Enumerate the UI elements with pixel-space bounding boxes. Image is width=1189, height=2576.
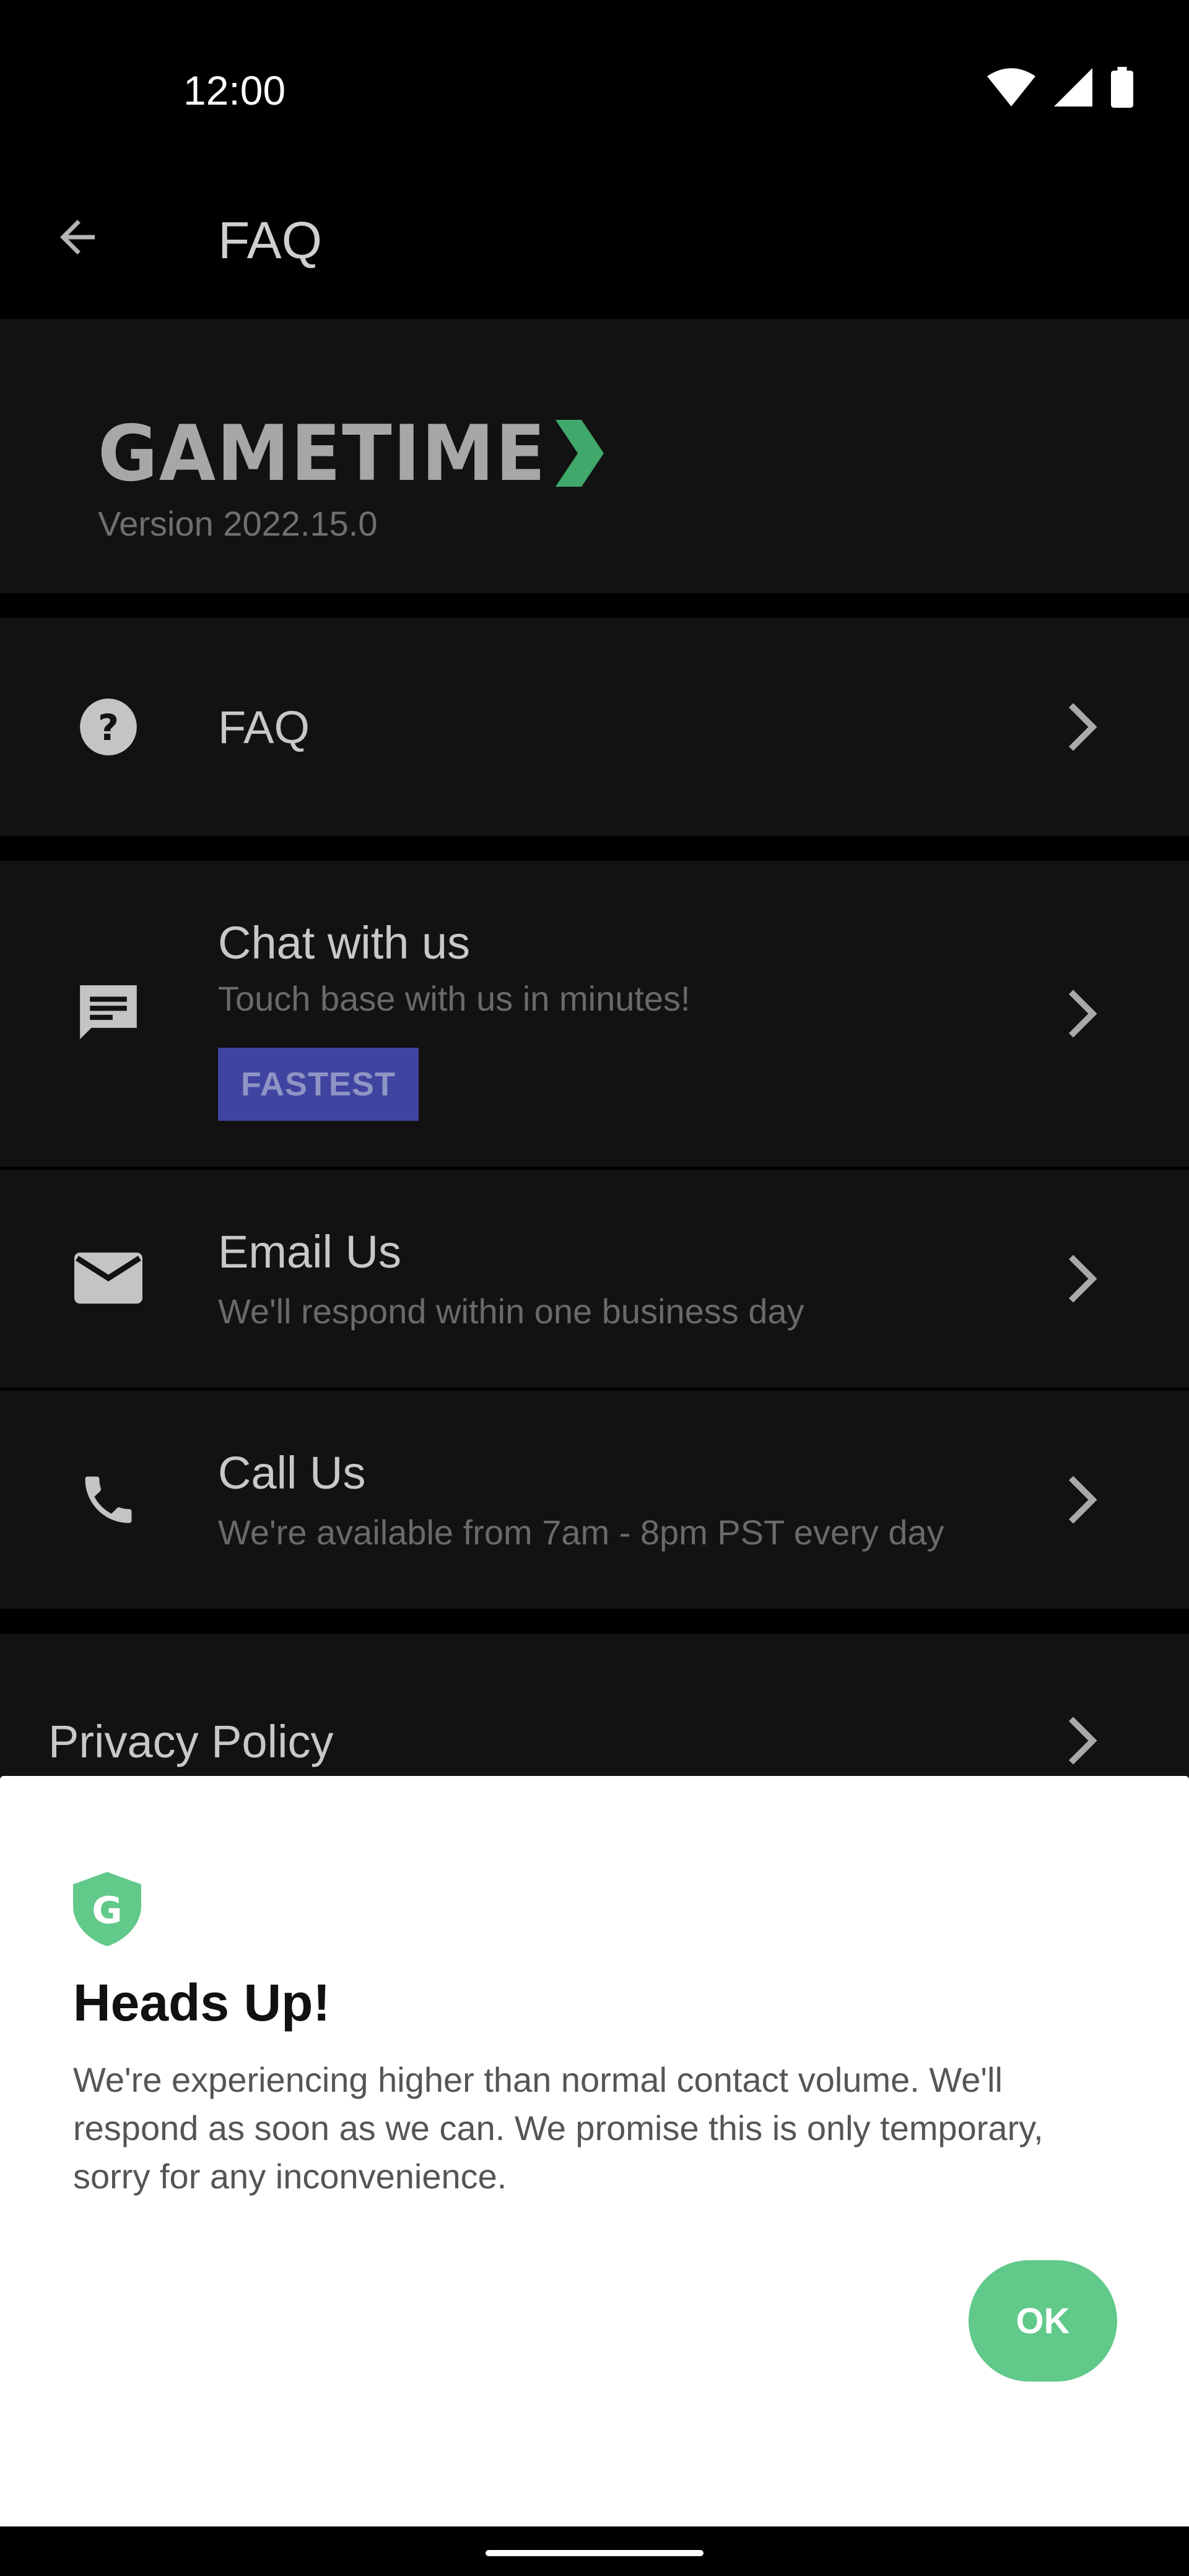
svg-text:G: G: [92, 1889, 122, 1933]
dialog-title: Heads Up!: [73, 1973, 331, 2032]
chevron-right-icon: [1060, 1472, 1104, 1528]
status-time: 12:00: [183, 67, 286, 113]
shield-g-icon: G: [73, 1872, 147, 1946]
chat-label: Chat with us: [218, 917, 471, 968]
menu-item-call[interactable]: Call Us We're available from 7am - 8pm P…: [0, 1391, 1189, 1609]
chevron-right-icon: [1060, 699, 1104, 755]
status-bar: 12:00: [0, 0, 1189, 186]
faq-label: FAQ: [218, 702, 310, 753]
chat-bubble-icon: [74, 980, 142, 1048]
mail-icon: [74, 1244, 142, 1312]
brand-card: GAMETIME Version 2022.15.0: [0, 319, 1189, 593]
gametime-logo: GAMETIME: [98, 408, 608, 498]
signal-icon: [1054, 68, 1092, 110]
chevron-right-icon: [1060, 986, 1104, 1042]
brand-chevron-icon: [555, 420, 604, 487]
email-subtitle: We'll respond within one business day: [218, 1292, 804, 1331]
home-gesture-handle[interactable]: [486, 2550, 703, 2556]
heads-up-dialog: G Heads Up! We're experiencing higher th…: [0, 1776, 1189, 2526]
page-title: FAQ: [218, 211, 323, 269]
fastest-badge: FASTEST: [218, 1048, 419, 1121]
menu-item-email[interactable]: Email Us We'll respond within one busine…: [0, 1170, 1189, 1388]
call-label: Call Us: [218, 1447, 366, 1499]
menu-item-faq[interactable]: ? FAQ: [0, 618, 1189, 836]
chat-subtitle: Touch base with us in minutes!: [218, 979, 690, 1018]
system-nav-bar: [0, 2526, 1189, 2576]
help-circle-icon: ?: [74, 693, 142, 761]
ok-button[interactable]: OK: [969, 2260, 1117, 2382]
brand-wordmark: GAMETIME: [98, 408, 547, 498]
back-button[interactable]: [43, 204, 111, 272]
wifi-icon: [987, 68, 1035, 110]
svg-text:?: ?: [98, 707, 119, 749]
privacy-label: Privacy Policy: [48, 1716, 334, 1767]
dialog-message: We're experiencing higher than normal co…: [73, 2060, 1043, 2196]
menu-item-chat[interactable]: Chat with us Touch base with us in minut…: [0, 861, 1189, 1167]
chevron-right-icon: [1060, 1251, 1104, 1307]
phone-icon: [74, 1466, 142, 1534]
status-icons: [987, 67, 1133, 111]
call-subtitle: We're available from 7am - 8pm PST every…: [218, 1513, 944, 1552]
chevron-right-icon: [1060, 1713, 1104, 1769]
battery-icon: [1111, 67, 1133, 111]
arrow-back-icon: [51, 211, 103, 266]
version-text: Version 2022.15.0: [98, 504, 378, 543]
app-bar: FAQ: [0, 186, 1189, 319]
email-label: Email Us: [218, 1226, 402, 1277]
